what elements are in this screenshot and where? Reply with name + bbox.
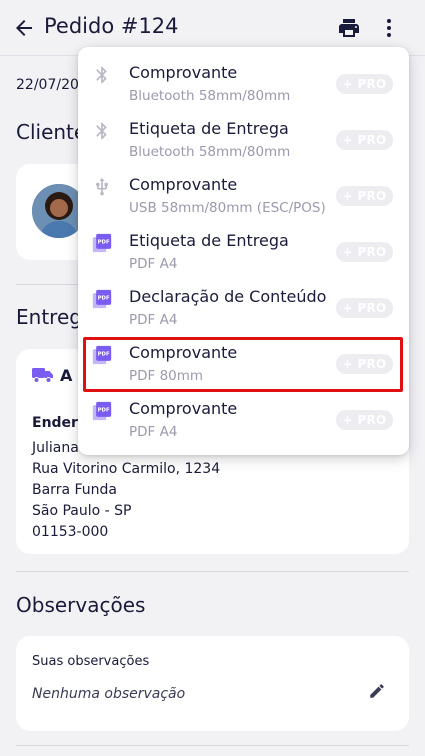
address-line: Barra Funda bbox=[32, 482, 117, 498]
pdf-icon: PDF bbox=[92, 233, 112, 253]
printer-icon[interactable] bbox=[337, 16, 361, 40]
pro-badge: + PRO bbox=[336, 242, 393, 262]
selection-highlight bbox=[83, 337, 403, 392]
menu-item-label: Comprovante bbox=[129, 63, 238, 82]
menu-item-label: Declaração de Conteúdo bbox=[129, 287, 327, 306]
address-line: Rua Vitorino Carmilo, 1234 bbox=[32, 461, 221, 477]
pencil-icon[interactable] bbox=[368, 682, 386, 700]
menu-item-sublabel: Bluetooth 58mm/80mm bbox=[129, 144, 291, 160]
menu-item-label: Etiqueta de Entrega bbox=[129, 231, 289, 250]
observations-section-title: Observações bbox=[16, 593, 146, 617]
more-vertical-icon[interactable] bbox=[377, 16, 401, 40]
address-line: 01153-000 bbox=[32, 524, 109, 540]
menu-item-usb-receipt[interactable]: Comprovante USB 58mm/80mm (ESC/POS) + PR… bbox=[78, 159, 409, 216]
page-title: Pedido #124 bbox=[44, 14, 179, 38]
pro-badge: + PRO bbox=[336, 410, 393, 430]
address-line: São Paulo - SP bbox=[32, 503, 132, 519]
menu-item-pdf-content-declaration[interactable]: PDF Declaração de Conteúdo PDF A4 + PRO bbox=[78, 271, 409, 328]
observations-value: Nenhuma observação bbox=[32, 686, 186, 702]
bluetooth-icon bbox=[96, 122, 107, 140]
menu-item-sublabel: PDF A4 bbox=[129, 312, 178, 328]
menu-item-label: Comprovante bbox=[129, 175, 238, 194]
pro-badge: + PRO bbox=[336, 130, 393, 150]
menu-item-pdf-label-a4[interactable]: PDF Etiqueta de Entrega PDF A4 + PRO bbox=[78, 215, 409, 272]
pdf-icon: PDF bbox=[92, 289, 112, 309]
pdf-icon: PDF bbox=[92, 401, 112, 421]
pro-badge: + PRO bbox=[336, 74, 393, 94]
print-options-menu: Comprovante Bluetooth 58mm/80mm + PRO Et… bbox=[78, 47, 409, 455]
menu-item-bluetooth-label[interactable]: Etiqueta de Entrega Bluetooth 58mm/80mm … bbox=[78, 103, 409, 160]
observations-label: Suas observações bbox=[32, 654, 150, 669]
menu-item-bluetooth-receipt[interactable]: Comprovante Bluetooth 58mm/80mm + PRO bbox=[78, 47, 409, 104]
menu-item-sublabel: USB 58mm/80mm (ESC/POS) bbox=[129, 200, 326, 216]
divider bbox=[16, 745, 409, 746]
menu-item-sublabel: Bluetooth 58mm/80mm bbox=[129, 88, 291, 104]
svg-text:PDF: PDF bbox=[98, 239, 110, 245]
bluetooth-icon bbox=[96, 66, 107, 84]
observations-card[interactable] bbox=[16, 636, 409, 731]
arrow-back-icon[interactable] bbox=[12, 16, 36, 40]
menu-item-label: Comprovante bbox=[129, 399, 238, 418]
truck-icon bbox=[32, 368, 53, 383]
menu-item-sublabel: PDF A4 bbox=[129, 256, 178, 272]
pro-badge: + PRO bbox=[336, 186, 393, 206]
usb-icon bbox=[96, 177, 108, 196]
menu-item-label: Etiqueta de Entrega bbox=[129, 119, 289, 138]
divider bbox=[16, 571, 409, 572]
svg-text:PDF: PDF bbox=[98, 295, 110, 301]
order-date: 22/07/20 bbox=[16, 77, 79, 93]
menu-item-sublabel: PDF A4 bbox=[129, 424, 178, 440]
client-section-title: Cliente bbox=[16, 120, 87, 144]
pro-badge: + PRO bbox=[336, 298, 393, 318]
svg-text:PDF: PDF bbox=[98, 407, 110, 413]
